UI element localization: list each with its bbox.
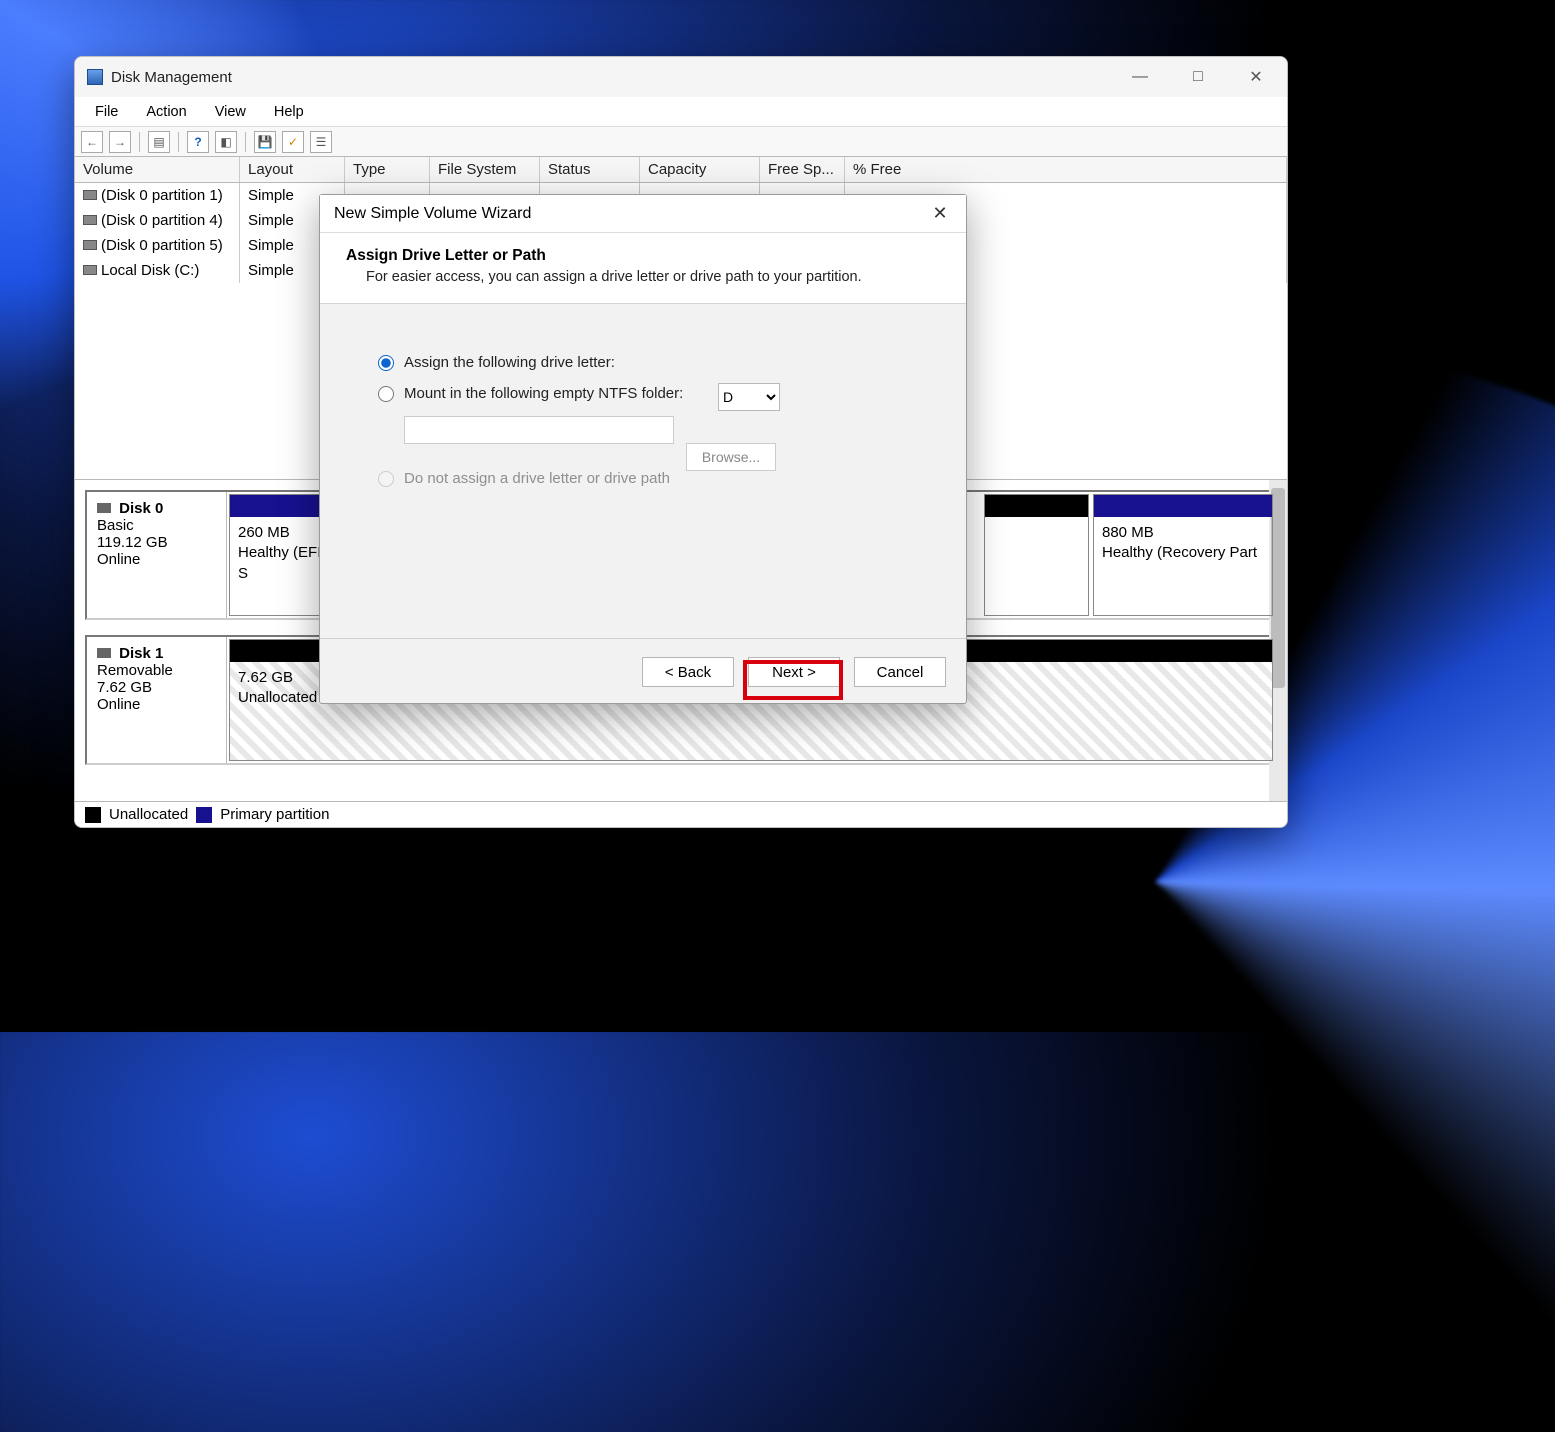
legend: Unallocated Primary partition bbox=[75, 801, 1287, 827]
dialog-title: New Simple Volume Wizard bbox=[334, 205, 531, 223]
disk-icon bbox=[97, 503, 111, 513]
back-button[interactable]: < Back bbox=[642, 657, 734, 687]
radio-no-letter bbox=[378, 471, 394, 487]
volume-icon bbox=[83, 265, 97, 275]
forward-icon[interactable]: → bbox=[109, 131, 131, 153]
disk-management-icon bbox=[87, 69, 103, 85]
toolbar: ← → ▤ ? ◧ 💾 ✓ ☰ bbox=[75, 127, 1287, 157]
col-capacity: Capacity bbox=[640, 157, 760, 182]
dialog-close-button[interactable]: ✕ bbox=[920, 197, 960, 231]
toolbar-action-icon[interactable]: 💾 bbox=[254, 131, 276, 153]
legend-unallocated-swatch bbox=[85, 807, 101, 823]
next-button[interactable]: Next > bbox=[748, 657, 840, 687]
drive-letter-select-wrap: D bbox=[718, 383, 780, 411]
toolbar-view-icon[interactable]: ◧ bbox=[215, 131, 237, 153]
back-icon[interactable]: ← bbox=[81, 131, 103, 153]
menu-action[interactable]: Action bbox=[136, 102, 196, 122]
drive-letter-select[interactable]: D bbox=[718, 383, 780, 411]
close-button[interactable]: ✕ bbox=[1227, 57, 1285, 97]
toolbar-properties-icon[interactable]: ▤ bbox=[148, 131, 170, 153]
volume-icon bbox=[83, 215, 97, 225]
col-volume: Volume bbox=[75, 157, 240, 182]
volume-icon bbox=[83, 240, 97, 250]
titlebar: Disk Management — □ ✕ bbox=[75, 57, 1287, 97]
menu-file[interactable]: File bbox=[85, 102, 128, 122]
menu-help[interactable]: Help bbox=[264, 102, 314, 122]
ntfs-folder-input[interactable] bbox=[404, 416, 674, 444]
cancel-button[interactable]: Cancel bbox=[854, 657, 946, 687]
col-free: Free Sp... bbox=[760, 157, 845, 182]
col-layout: Layout bbox=[240, 157, 345, 182]
disk-icon bbox=[97, 648, 111, 658]
col-status: Status bbox=[540, 157, 640, 182]
dialog-heading: Assign Drive Letter or Path bbox=[346, 247, 940, 265]
option-assign-letter[interactable]: Assign the following drive letter: bbox=[378, 354, 916, 371]
minimize-button[interactable]: — bbox=[1111, 57, 1169, 97]
radio-mount-folder[interactable] bbox=[378, 386, 394, 402]
toolbar-help-icon[interactable]: ? bbox=[187, 131, 209, 153]
toolbar-check-icon[interactable]: ✓ bbox=[282, 131, 304, 153]
dialog-subtitle: For easier access, you can assign a driv… bbox=[346, 269, 940, 285]
column-headers[interactable]: Volume Layout Type File System Status Ca… bbox=[75, 157, 1287, 183]
volume-icon bbox=[83, 190, 97, 200]
browse-button[interactable]: Browse... bbox=[686, 443, 776, 471]
partition[interactable] bbox=[984, 494, 1089, 616]
maximize-button[interactable]: □ bbox=[1169, 57, 1227, 97]
col-type: Type bbox=[345, 157, 430, 182]
menu-view[interactable]: View bbox=[205, 102, 256, 122]
menubar: File Action View Help bbox=[75, 97, 1287, 127]
col-fs: File System bbox=[430, 157, 540, 182]
col-pctfree: % Free bbox=[845, 157, 1287, 182]
toolbar-settings-icon[interactable]: ☰ bbox=[310, 131, 332, 153]
partition[interactable]: 880 MBHealthy (Recovery Part bbox=[1093, 494, 1273, 616]
legend-primary-swatch bbox=[196, 807, 212, 823]
radio-assign-letter[interactable] bbox=[378, 355, 394, 371]
new-simple-volume-wizard: New Simple Volume Wizard ✕ Assign Drive … bbox=[319, 194, 967, 704]
option-mount-folder[interactable]: Mount in the following empty NTFS folder… bbox=[378, 385, 916, 402]
window-title: Disk Management bbox=[111, 69, 232, 86]
option-no-letter: Do not assign a drive letter or drive pa… bbox=[378, 470, 916, 487]
